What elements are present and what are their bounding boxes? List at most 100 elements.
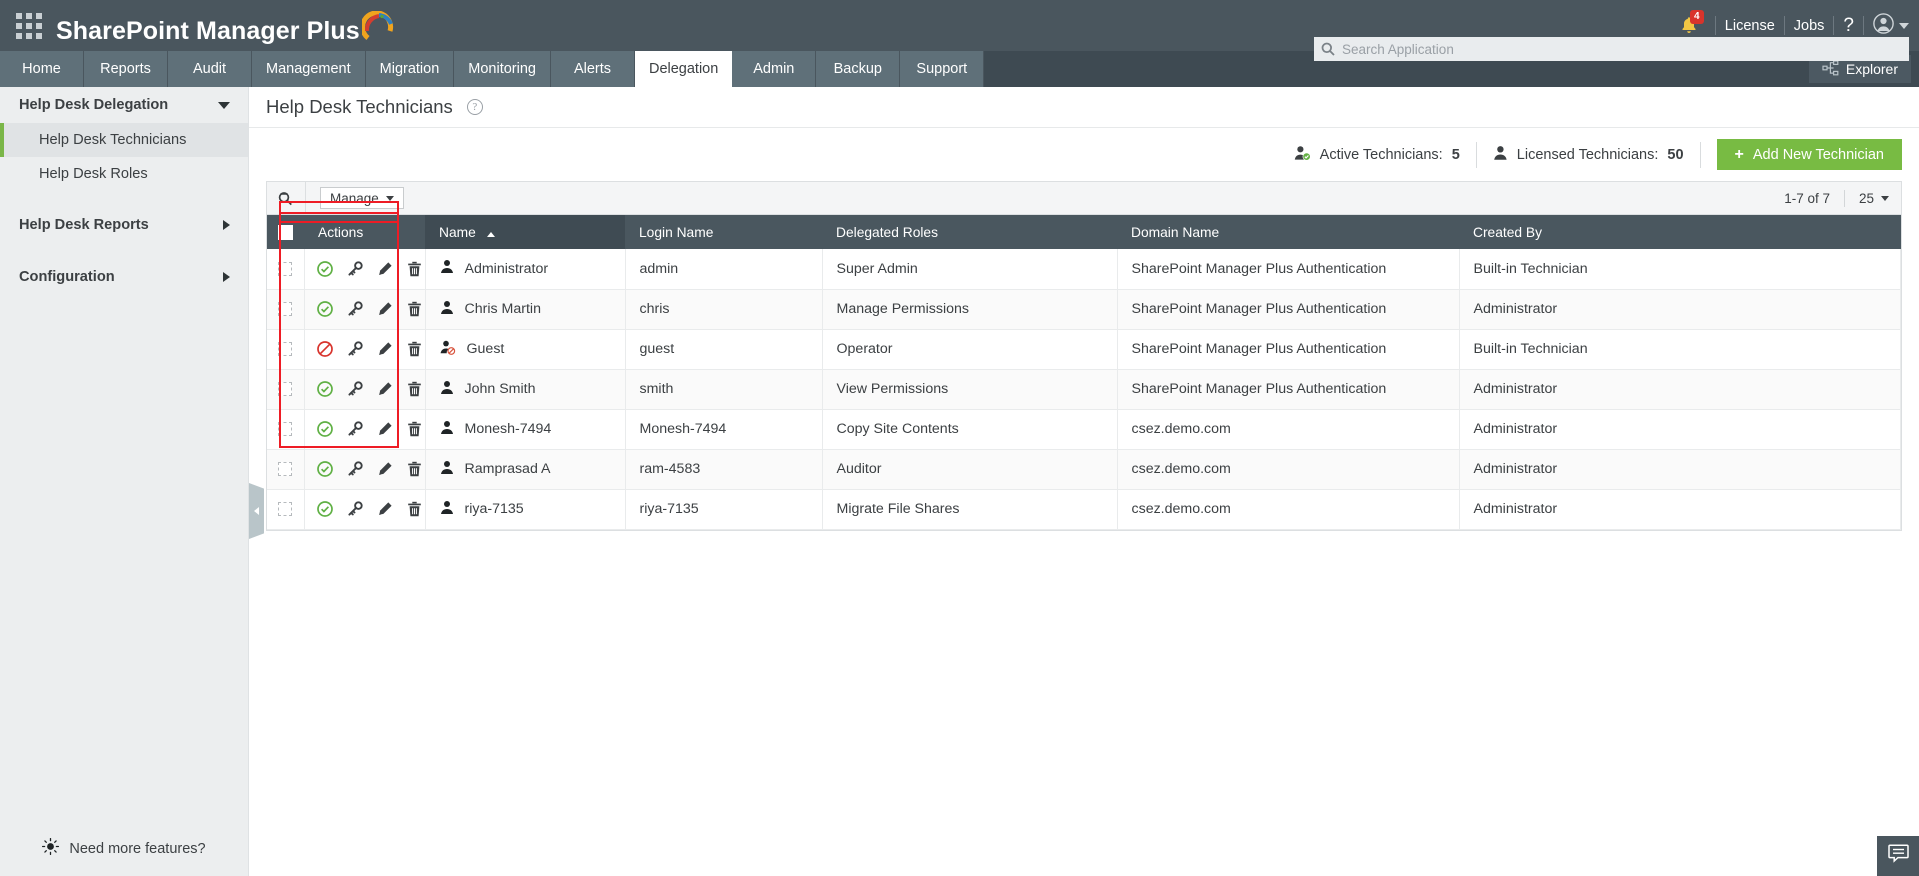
disabled-status-icon[interactable]: [316, 341, 333, 357]
enable-status-icon[interactable]: [316, 381, 333, 397]
sidebar-group-label: Help Desk Reports: [19, 217, 149, 233]
pencil-icon[interactable]: [377, 381, 393, 397]
jobs-link[interactable]: Jobs: [1794, 18, 1825, 34]
chat-button[interactable]: [1877, 836, 1919, 876]
pencil-icon[interactable]: [377, 461, 393, 477]
table-row[interactable]: Chris Martin chris Manage Permissions Share…: [267, 289, 1901, 330]
pencil-icon[interactable]: [377, 421, 393, 437]
search-toggle-icon[interactable]: [267, 191, 305, 206]
pencil-icon[interactable]: [377, 341, 393, 357]
row-select-cell: [267, 489, 305, 530]
sidebar-item-label: Help Desk Technicians: [39, 132, 187, 148]
help-button[interactable]: ?: [1843, 15, 1854, 37]
tab-management[interactable]: Management: [252, 51, 366, 87]
pencil-icon[interactable]: [377, 261, 393, 277]
key-icon[interactable]: [347, 261, 363, 277]
enable-status-icon[interactable]: [316, 461, 333, 477]
key-icon[interactable]: [347, 421, 363, 437]
manage-button[interactable]: Manage: [320, 187, 404, 209]
chevron-down-icon: [1881, 195, 1889, 201]
chevron-right-icon: [254, 507, 259, 515]
cell-name: Monesh-7494: [425, 409, 626, 450]
sidebar-group-help-desk-reports[interactable]: Help Desk Reports: [0, 207, 248, 243]
tab-migration[interactable]: Migration: [365, 51, 455, 87]
plus-icon: +: [1734, 145, 1744, 163]
tab-backup[interactable]: Backup: [816, 51, 901, 87]
search-input[interactable]: [1342, 41, 1909, 57]
key-icon[interactable]: [347, 341, 363, 357]
column-label: Delegated Roles: [836, 224, 939, 240]
grid-apps-icon[interactable]: [12, 9, 46, 43]
technician-name: Ramprasad A: [464, 461, 551, 477]
enable-status-icon[interactable]: [316, 501, 333, 517]
enable-status-icon[interactable]: [316, 421, 333, 437]
column-domain-name[interactable]: Domain Name: [1117, 215, 1459, 249]
enable-status-icon[interactable]: [316, 301, 333, 317]
trash-icon[interactable]: [407, 501, 422, 517]
divider: [1699, 141, 1701, 168]
row-actions-cell: [304, 249, 426, 290]
add-new-technician-button[interactable]: + Add New Technician: [1716, 139, 1902, 170]
cell-delegated-role: View Permissions: [822, 369, 1118, 410]
row-checkbox[interactable]: [278, 302, 292, 317]
logo-swoosh-icon: [359, 10, 396, 45]
table-row[interactable]: Monesh-7494 Monesh-7494 Copy Site Contents…: [267, 409, 1901, 450]
key-icon[interactable]: [347, 501, 363, 517]
key-icon[interactable]: [347, 461, 363, 477]
pencil-icon[interactable]: [377, 301, 393, 317]
table-row[interactable]: riya-7135 riya-7135 Migrate File Shares cse…: [267, 489, 1901, 530]
cell-created-by: Built-in Technician: [1459, 329, 1901, 370]
tab-reports[interactable]: Reports: [84, 51, 168, 87]
trash-icon[interactable]: [407, 261, 422, 277]
tab-admin[interactable]: Admin: [732, 51, 817, 87]
licensed-technicians-label: Licensed Technicians:: [1516, 146, 1659, 163]
sidebar-group-configuration[interactable]: Configuration: [0, 259, 248, 295]
trash-icon[interactable]: [407, 341, 422, 357]
row-checkbox[interactable]: [278, 422, 292, 437]
trash-icon[interactable]: [407, 461, 422, 477]
tab-alerts[interactable]: Alerts: [550, 51, 635, 87]
need-more-features-link[interactable]: Need more features?: [0, 837, 248, 859]
row-checkbox[interactable]: [278, 262, 292, 276]
row-checkbox[interactable]: [278, 342, 292, 357]
chevron-down-icon: [1899, 22, 1909, 29]
sidebar-collapse-handle[interactable]: [249, 483, 264, 539]
key-icon[interactable]: [347, 301, 363, 317]
trash-icon[interactable]: [407, 421, 422, 437]
bell-icon[interactable]: 4: [1672, 9, 1706, 41]
trash-icon[interactable]: [407, 301, 422, 317]
column-name[interactable]: Name: [425, 215, 625, 249]
global-search[interactable]: [1314, 37, 1909, 61]
row-checkbox[interactable]: [278, 462, 292, 477]
table-row[interactable]: Ramprasad A ram-4583 Auditor csez.demo.com A…: [267, 449, 1901, 490]
key-icon[interactable]: [347, 381, 363, 397]
column-delegated-roles[interactable]: Delegated Roles: [822, 215, 1117, 249]
sidebar-item-help-desk-technicians[interactable]: Help Desk Technicians: [0, 123, 248, 157]
pencil-icon[interactable]: [377, 501, 393, 517]
table-row[interactable]: John Smith smith View Permissions SharePoin…: [267, 369, 1901, 410]
tab-delegation[interactable]: Delegation: [634, 51, 733, 87]
page-size-selector[interactable]: 25: [1845, 191, 1889, 206]
tab-monitoring[interactable]: Monitoring: [454, 51, 551, 87]
table-row[interactable]: Guest guest Operator SharePoint Manager Plu…: [267, 329, 1901, 370]
question-mark-icon[interactable]: ?: [466, 99, 483, 115]
enable-status-icon[interactable]: [316, 260, 333, 277]
account-menu[interactable]: [1873, 12, 1909, 39]
column-created-by[interactable]: Created By: [1459, 215, 1901, 249]
select-all-checkbox[interactable]: [278, 224, 293, 240]
notification-badge: 4: [1689, 9, 1704, 24]
sidebar-item-help-desk-roles[interactable]: Help Desk Roles: [0, 157, 248, 191]
sidebar-group-help-desk-delegation[interactable]: Help Desk Delegation: [0, 87, 248, 123]
trash-icon[interactable]: [407, 381, 422, 397]
cell-delegated-role: Operator: [822, 329, 1118, 370]
tab-support[interactable]: Support: [900, 51, 985, 87]
license-link[interactable]: License: [1725, 18, 1775, 34]
technicians-table: Actions Name Login Name Delegated Roles: [267, 215, 1901, 530]
row-checkbox[interactable]: [278, 502, 292, 517]
row-actions-cell: [304, 329, 426, 370]
table-row[interactable]: Administrator admin Super Admin SharePoint …: [267, 249, 1901, 290]
row-checkbox[interactable]: [278, 382, 292, 397]
tab-audit[interactable]: Audit: [168, 51, 252, 87]
column-login-name[interactable]: Login Name: [625, 215, 822, 249]
tab-home[interactable]: Home: [0, 51, 84, 87]
